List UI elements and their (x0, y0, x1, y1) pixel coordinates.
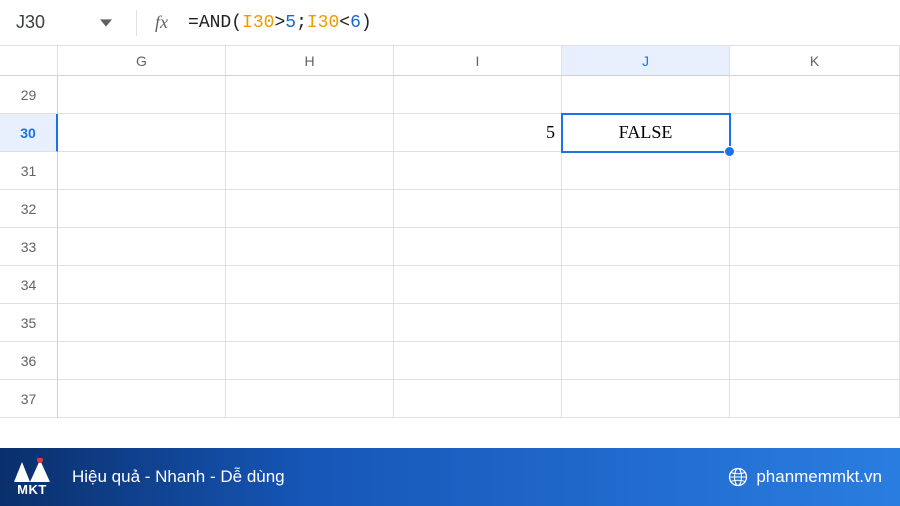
cell-K34[interactable] (730, 266, 900, 304)
cell-J34[interactable] (562, 266, 730, 304)
cell-J37[interactable] (562, 380, 730, 418)
cell-H34[interactable] (226, 266, 394, 304)
formula-input[interactable]: =AND(I30>5;I30<6) (188, 13, 372, 33)
column-header-K[interactable]: K (730, 46, 900, 76)
formula-ref2: I30 (307, 13, 339, 33)
cell-I36[interactable] (394, 342, 562, 380)
cell-I32[interactable] (394, 190, 562, 228)
cell-G34[interactable] (58, 266, 226, 304)
cell-K32[interactable] (730, 190, 900, 228)
grid-row: 33 (0, 228, 900, 266)
row-header-35[interactable]: 35 (0, 304, 58, 342)
cell-H31[interactable] (226, 152, 394, 190)
formula-ref1: I30 (242, 13, 274, 33)
cell-G30[interactable] (58, 114, 226, 152)
cell-J35[interactable] (562, 304, 730, 342)
formula-fn: AND (199, 13, 231, 33)
formula-eq: = (188, 13, 199, 33)
formula-op2: < (339, 13, 350, 33)
cell-K37[interactable] (730, 380, 900, 418)
grid-row: 34 (0, 266, 900, 304)
cell-I37[interactable] (394, 380, 562, 418)
formula-op1: > (274, 13, 285, 33)
cell-J33[interactable] (562, 228, 730, 266)
grid-row: 37 (0, 380, 900, 418)
formula-num1: 5 (285, 13, 296, 33)
row-header-31[interactable]: 31 (0, 152, 58, 190)
formula-open: ( (231, 13, 242, 33)
grid-row: 31 (0, 152, 900, 190)
cell-I31[interactable] (394, 152, 562, 190)
cell-H37[interactable] (226, 380, 394, 418)
cell-J30[interactable]: FALSE (562, 114, 730, 152)
cell-H32[interactable] (226, 190, 394, 228)
cell-J32[interactable] (562, 190, 730, 228)
cell-I33[interactable] (394, 228, 562, 266)
cell-G29[interactable] (58, 76, 226, 114)
row-header-36[interactable]: 36 (0, 342, 58, 380)
cell-H36[interactable] (226, 342, 394, 380)
row-header-29[interactable]: 29 (0, 76, 58, 114)
cell-K36[interactable] (730, 342, 900, 380)
row-header-30[interactable]: 30 (0, 114, 58, 152)
cell-G37[interactable] (58, 380, 226, 418)
globe-icon (728, 467, 748, 487)
grid-row: 36 (0, 342, 900, 380)
grid-row: 30 5FALSE (0, 114, 900, 152)
grid-row: 35 (0, 304, 900, 342)
cell-G32[interactable] (58, 190, 226, 228)
formula-close: ) (361, 13, 372, 33)
footer-slogan: Hiệu quả - Nhanh - Dễ dùng (72, 467, 285, 487)
column-header-G[interactable]: G (58, 46, 226, 76)
cell-I30[interactable]: 5 (394, 114, 562, 152)
cell-H35[interactable] (226, 304, 394, 342)
cell-K31[interactable] (730, 152, 900, 190)
cell-K35[interactable] (730, 304, 900, 342)
footer-site-text: phanmemmkt.vn (756, 467, 882, 487)
footer-site: phanmemmkt.vn (728, 467, 882, 487)
grid-row: 29 (0, 76, 900, 114)
cell-K29[interactable] (730, 76, 900, 114)
formula-num2: 6 (350, 13, 361, 33)
fx-icon[interactable]: fx (155, 12, 168, 33)
name-box[interactable]: J30 (16, 12, 86, 33)
grid-row: 32 (0, 190, 900, 228)
row-header-34[interactable]: 34 (0, 266, 58, 304)
logo-mark-icon (10, 458, 54, 484)
name-box-dropdown-icon[interactable] (94, 17, 118, 29)
formula-sep: ; (296, 13, 307, 33)
column-header-H[interactable]: H (226, 46, 394, 76)
column-header-I[interactable]: I (394, 46, 562, 76)
footer-banner: MKT Hiệu quả - Nhanh - Dễ dùng phanmemmk… (0, 448, 900, 506)
column-headers: GHIJK (0, 46, 900, 76)
select-all-corner[interactable] (0, 46, 58, 76)
formula-bar: J30 fx =AND(I30>5;I30<6) (0, 0, 900, 46)
cell-I35[interactable] (394, 304, 562, 342)
row-header-33[interactable]: 33 (0, 228, 58, 266)
column-header-J[interactable]: J (562, 46, 730, 76)
cell-K30[interactable] (730, 114, 900, 152)
grid-rows: 2930 5FALSE 31323334353637 (0, 76, 900, 418)
logo-text: MKT (17, 482, 47, 497)
cell-G35[interactable] (58, 304, 226, 342)
logo: MKT (10, 458, 54, 497)
cell-J29[interactable] (562, 76, 730, 114)
selection-handle[interactable] (724, 146, 735, 157)
cell-H33[interactable] (226, 228, 394, 266)
cell-I29[interactable] (394, 76, 562, 114)
divider (136, 10, 137, 36)
cell-K33[interactable] (730, 228, 900, 266)
cell-J31[interactable] (562, 152, 730, 190)
cell-H29[interactable] (226, 76, 394, 114)
cell-I34[interactable] (394, 266, 562, 304)
cell-G33[interactable] (58, 228, 226, 266)
cell-H30[interactable] (226, 114, 394, 152)
spreadsheet-grid[interactable]: GHIJK 2930 5FALSE 31323334353637 (0, 46, 900, 418)
cell-G31[interactable] (58, 152, 226, 190)
cell-J36[interactable] (562, 342, 730, 380)
row-header-32[interactable]: 32 (0, 190, 58, 228)
cell-G36[interactable] (58, 342, 226, 380)
row-header-37[interactable]: 37 (0, 380, 58, 418)
